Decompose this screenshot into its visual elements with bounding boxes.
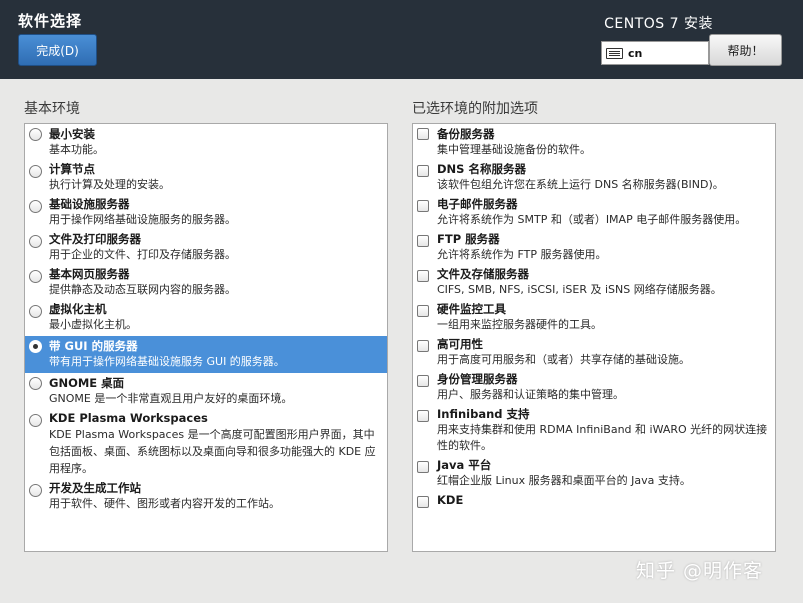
checkbox[interactable] <box>417 410 429 422</box>
help-button[interactable]: 帮助！ <box>709 34 782 66</box>
radio-button[interactable] <box>29 305 42 318</box>
radio-button[interactable] <box>29 235 42 248</box>
done-button[interactable]: 完成(D) <box>18 34 97 66</box>
checkbox[interactable] <box>417 375 429 387</box>
radio-button[interactable] <box>29 200 42 213</box>
checkbox[interactable] <box>417 128 429 140</box>
environment-item[interactable]: 开发及生成工作站 用于软件、硬件、图形或者内容开发的工作站。 <box>25 480 387 515</box>
keyboard-layout-indicator[interactable]: cn <box>601 41 709 65</box>
environment-item-selected[interactable]: 带 GUI 的服务器 带有用于操作网络基础设施服务 GUI 的服务器。 <box>25 336 387 373</box>
base-environment-list: 最小安装 基本功能。 计算节点 执行计算及处理的安装。 基础设施服务器 用于操作… <box>24 123 388 552</box>
environment-item[interactable]: 文件及打印服务器 用于企业的文件、打印及存储服务器。 <box>25 231 387 266</box>
keyboard-layout-label: cn <box>628 46 643 60</box>
checkbox[interactable] <box>417 235 429 247</box>
environment-item[interactable]: 虚拟化主机 最小虚拟化主机。 <box>25 301 387 336</box>
addons-heading: 已选环境的附加选项 <box>412 101 538 117</box>
keyboard-icon <box>606 47 623 59</box>
checkbox[interactable] <box>417 165 429 177</box>
radio-button[interactable] <box>29 484 42 497</box>
addon-item[interactable]: 硬件监控工具 一组用来监控服务器硬件的工具。 <box>413 301 775 336</box>
environment-item[interactable]: KDE Plasma Workspaces KDE Plasma Workspa… <box>25 410 387 480</box>
environment-item[interactable]: 最小安装 基本功能。 <box>25 124 387 161</box>
addon-item[interactable]: 电子邮件服务器 允许将系统作为 SMTP 和（或者）IMAP 电子邮件服务器使用… <box>413 196 775 231</box>
radio-button[interactable] <box>29 414 42 427</box>
header-bar: 软件选择 完成(D) CENTOS 7 安装 cn 帮助！ <box>0 0 803 79</box>
addon-item[interactable]: Java 平台 红帽企业版 Linux 服务器和桌面平台的 Java 支持。 <box>413 457 775 492</box>
base-environment-heading: 基本环境 <box>24 101 80 117</box>
environment-item[interactable]: 基础设施服务器 用于操作网络基础设施服务的服务器。 <box>25 196 387 231</box>
radio-button[interactable] <box>29 165 42 178</box>
environment-item[interactable]: 计算节点 执行计算及处理的安装。 <box>25 161 387 196</box>
addon-item[interactable]: FTP 服务器 允许将系统作为 FTP 服务器使用。 <box>413 231 775 266</box>
checkbox[interactable] <box>417 461 429 473</box>
addon-item[interactable]: DNS 名称服务器 该软件包组允许您在系统上运行 DNS 名称服务器(BIND)… <box>413 161 775 196</box>
page-title: 软件选择 <box>18 12 83 30</box>
checkbox[interactable] <box>417 270 429 282</box>
addon-item[interactable]: 身份管理服务器 用户、服务器和认证策略的集中管理。 <box>413 371 775 406</box>
radio-button-selected[interactable] <box>29 340 42 353</box>
addon-item[interactable]: 备份服务器 集中管理基础设施备份的软件。 <box>413 124 775 161</box>
addon-item[interactable]: 高可用性 用于高度可用服务和（或者）共享存储的基础设施。 <box>413 336 775 371</box>
checkbox[interactable] <box>417 340 429 352</box>
watermark: 知乎 @明作客 <box>636 560 764 582</box>
checkbox[interactable] <box>417 305 429 317</box>
radio-button[interactable] <box>29 270 42 283</box>
environment-item[interactable]: GNOME 桌面 GNOME 是一个非常直观且用户友好的桌面环境。 <box>25 373 387 410</box>
addon-item[interactable]: KDE <box>413 492 775 511</box>
addons-list: 备份服务器 集中管理基础设施备份的软件。 DNS 名称服务器 该软件包组允许您在… <box>412 123 776 552</box>
checkbox[interactable] <box>417 200 429 212</box>
product-title: CENTOS 7 安装 <box>604 16 713 32</box>
radio-button[interactable] <box>29 377 42 390</box>
radio-button[interactable] <box>29 128 42 141</box>
environment-item[interactable]: 基本网页服务器 提供静态及动态互联网内容的服务器。 <box>25 266 387 301</box>
checkbox[interactable] <box>417 496 429 508</box>
addon-item[interactable]: Infiniband 支持 用来支持集群和使用 RDMA InfiniBand … <box>413 406 775 457</box>
addon-item[interactable]: 文件及存储服务器 CIFS, SMB, NFS, iSCSI, iSER 及 i… <box>413 266 775 301</box>
